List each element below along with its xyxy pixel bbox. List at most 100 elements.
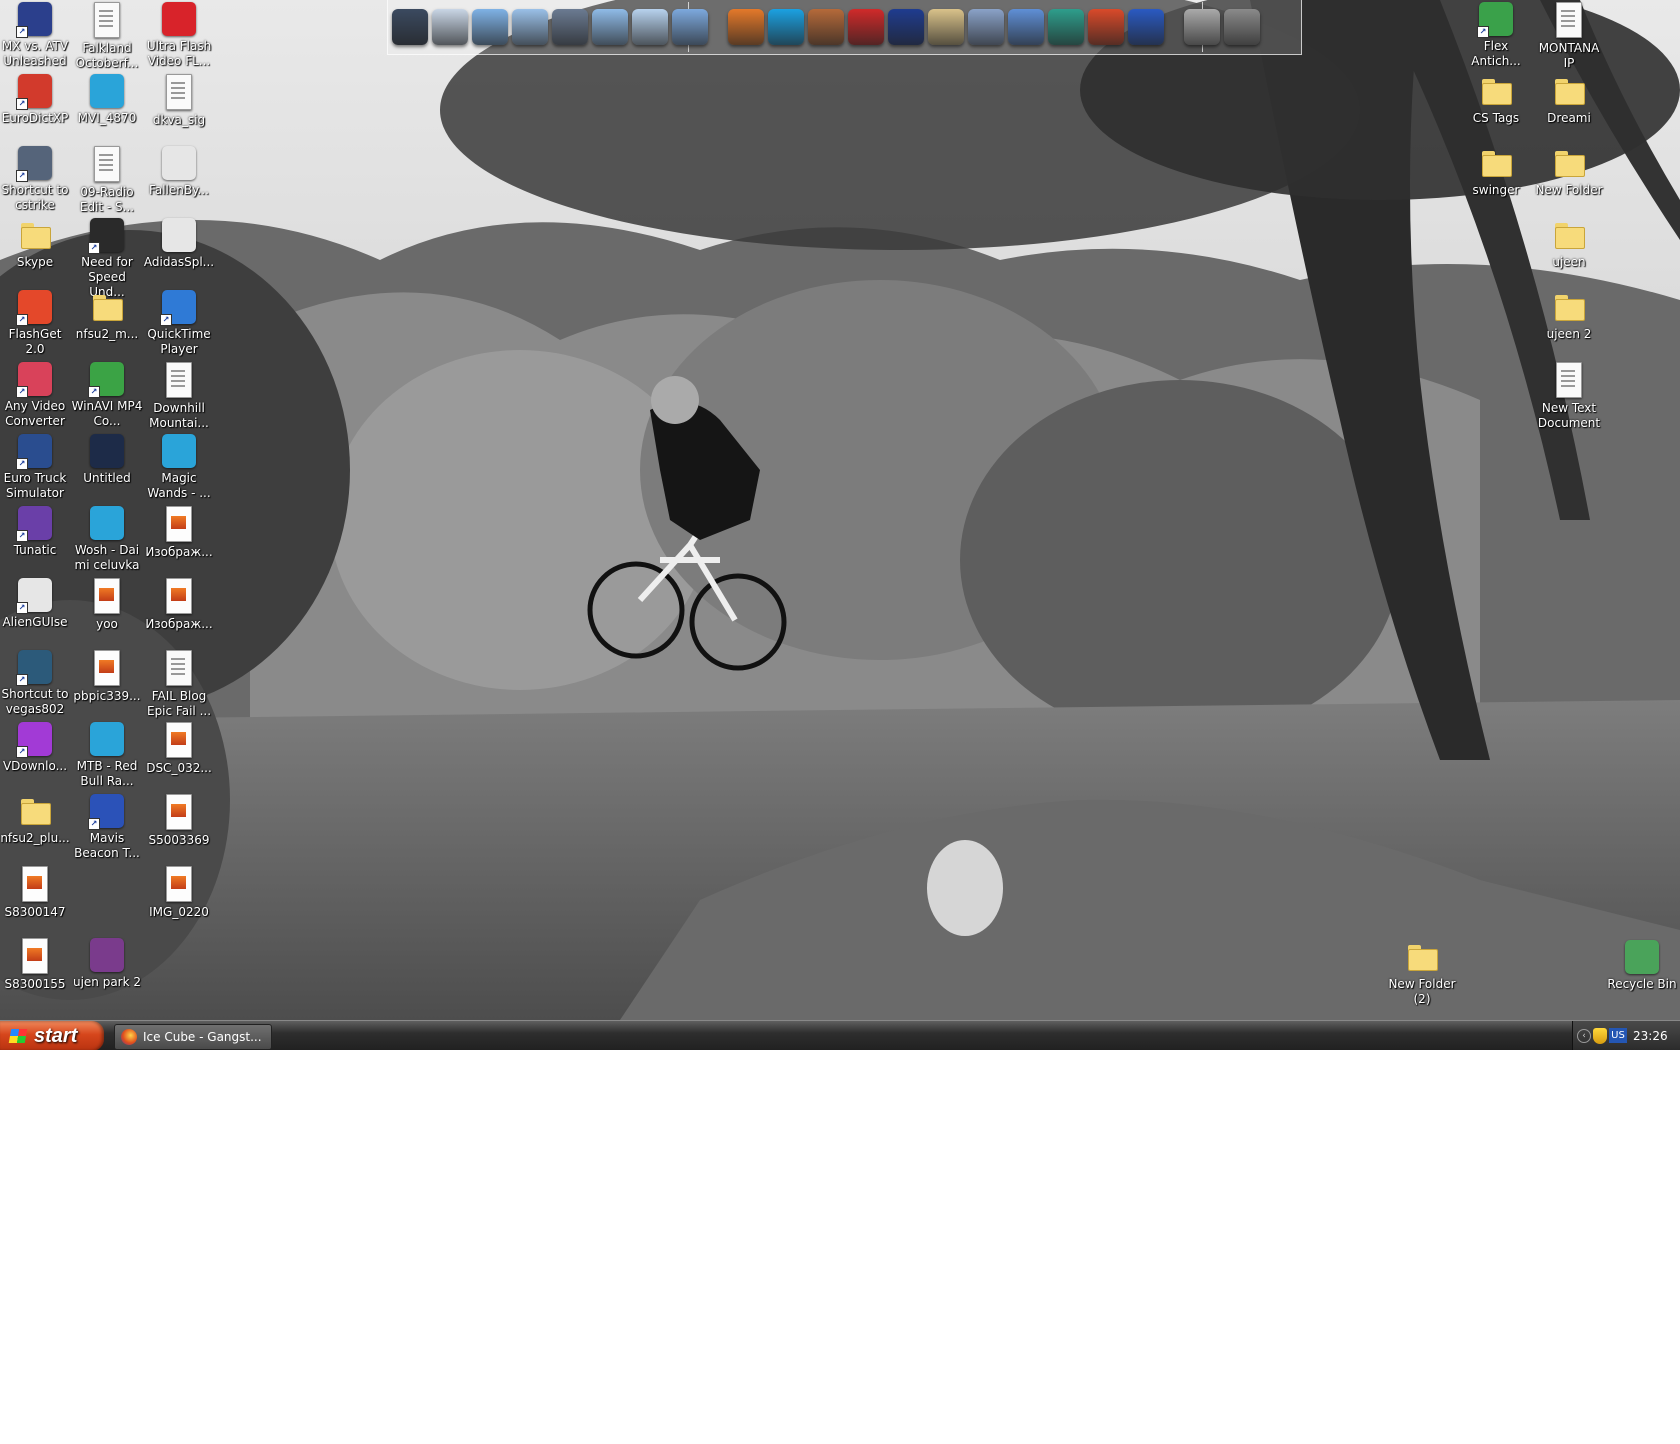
desktop-icon-label: Any Video Converter (4, 399, 66, 428)
desktop-icon-downhill-mountai[interactable]: Downhill Mountai... (143, 362, 215, 431)
folder-icon (90, 290, 124, 324)
taskbar-button-label: Ice Cube - Gangst... (143, 1030, 262, 1044)
app-icon (162, 146, 196, 180)
firefox-icon (121, 1029, 137, 1045)
security-shield-icon[interactable] (1593, 1028, 1607, 1044)
desktop-icon-dkva-sig[interactable]: dkva_sig (143, 74, 215, 128)
desktop-icon-label: Ultra Flash Video FL... (146, 39, 212, 68)
folder-icon (18, 794, 52, 828)
app-icon: ↗ (88, 794, 124, 830)
documents-folder-icon[interactable] (672, 9, 708, 45)
calendar-icon[interactable] (848, 9, 884, 45)
clock[interactable]: 23:26 (1633, 1021, 1668, 1050)
chevron-left-icon[interactable]: ‹ (1577, 1029, 1591, 1043)
monitor-icon[interactable] (392, 9, 428, 45)
document-icon (166, 650, 192, 686)
language-indicator[interactable]: US (1609, 1028, 1627, 1043)
shortcut-arrow-icon: ↗ (16, 746, 28, 758)
desktop-icon-dsc-032[interactable]: DSC_032... (143, 722, 215, 776)
desktop-icon-nfsu2-m[interactable]: nfsu2_m... (71, 290, 143, 342)
desktop-icon-label: ujeen (1552, 255, 1586, 269)
desktop-icon-magic-wands[interactable]: Magic Wands - ... (143, 434, 215, 501)
desktop-icon-flex-antich[interactable]: ↗ Flex Antich... (1460, 2, 1532, 69)
desktop-icon-swinger[interactable]: swinger (1460, 146, 1532, 198)
desktop-icon-изображ[interactable]: Изображ... (143, 578, 215, 632)
desktop-icon-mavis-beacon-t[interactable]: ↗ Mavis Beacon T... (71, 794, 143, 861)
desktop-folder-icon[interactable] (592, 9, 628, 45)
network-icon[interactable] (632, 9, 668, 45)
app-icon: ↗ (160, 290, 196, 326)
image-file-icon (166, 722, 192, 758)
desktop-icon-new-text-document[interactable]: New Text Document (1533, 362, 1605, 431)
desktop-icon-dreami[interactable]: Dreami (1533, 74, 1605, 126)
paint-palette-icon[interactable] (928, 9, 964, 45)
music-folder-icon[interactable] (472, 9, 508, 45)
taskbar-button-firefox[interactable]: Ice Cube - Gangst... (114, 1024, 272, 1050)
desktop-icon-nfsu2-plu[interactable]: nfsu2_plu... (0, 794, 71, 846)
globe-icon[interactable] (1128, 9, 1164, 45)
app-icon: ↗ (88, 218, 124, 254)
skype-icon[interactable] (768, 9, 804, 45)
desktop-icon-mvi-4870[interactable]: MVI_4870 (71, 74, 143, 126)
desktop-icon-label: New Folder (2) (1388, 977, 1456, 1006)
desktop-icon-untitled[interactable]: Untitled (71, 434, 143, 486)
app-icon: ↗ (1477, 2, 1513, 38)
desktop-icon-ujeen-2[interactable]: ujeen 2 (1533, 290, 1605, 342)
desktop-icon-09-radio-edit-s[interactable]: 09-Radio Edit - S... (71, 146, 143, 215)
app-icon: ↗ (88, 362, 124, 398)
desktop-icon-need-for-speed-und[interactable]: ↗ Need for Speed Und... (71, 218, 143, 300)
shortcut-arrow-icon: ↗ (16, 458, 28, 470)
desktop-icon-winavi-mp4-co[interactable]: ↗ WinAVI MP4 Co... (71, 362, 143, 429)
desktop-icon-recycle-bin[interactable]: Recycle Bin (1606, 940, 1678, 992)
desktop-icon-label: MVI_4870 (77, 111, 137, 125)
desktop-icon-quicktime-player[interactable]: ↗ QuickTime Player (143, 290, 215, 357)
firefox-icon[interactable] (728, 9, 764, 45)
desktop-icon-s8300147[interactable]: S8300147 (0, 866, 71, 920)
tools-icon[interactable] (1184, 9, 1220, 45)
desktop-icon-ujen-park-2[interactable]: ujen park 2 (71, 938, 143, 990)
video-folder-icon[interactable] (552, 9, 588, 45)
desktop-icon-skype[interactable]: Skype (0, 218, 71, 270)
avatar-icon[interactable] (808, 9, 844, 45)
desktop-icon-falkland-octoberf[interactable]: Falkland Octoberf... (71, 2, 143, 71)
desktop-icon-new-folder-2[interactable]: New Folder (2) (1386, 940, 1458, 1007)
desktop-icon-изображ[interactable]: Изображ... (143, 506, 215, 560)
app-icon: ↗ (16, 650, 52, 686)
desktop-icon-any-video-converter[interactable]: ↗ Any Video Converter (0, 362, 71, 429)
desktop-icon-mx-vs-atv-unleashed[interactable]: ↗ MX vs. ATV Unleashed (0, 2, 71, 69)
calculator-icon[interactable] (968, 9, 1004, 45)
desktop-icon-img-0220[interactable]: IMG_0220 (143, 866, 215, 920)
desktop-icon-shortcut-to-cstrike[interactable]: ↗ Shortcut to cstrike (0, 146, 71, 213)
itunes-icon[interactable] (1008, 9, 1044, 45)
desktop-icon-yoo[interactable]: yoo (71, 578, 143, 632)
desktop-icon-s5003369[interactable]: S5003369 (143, 794, 215, 848)
uk-flag-icon[interactable] (888, 9, 924, 45)
desktop-icon-alienguise[interactable]: ↗ AlienGUIse (0, 578, 71, 630)
dolphin-icon[interactable] (1048, 9, 1084, 45)
desktop-icon-eurodictxp[interactable]: ↗ EuroDictXP (0, 74, 71, 126)
desktop-icon-mtb-red-bull-ra[interactable]: MTB - Red Bull Ra... (71, 722, 143, 789)
desktop-icon-shortcut-to-vegas802[interactable]: ↗ Shortcut to vegas802 (0, 650, 71, 717)
trash-icon[interactable] (1224, 9, 1260, 45)
image-file-icon (166, 866, 192, 902)
desktop-icon-cs-tags[interactable]: CS Tags (1460, 74, 1532, 126)
pencil-icon[interactable] (1088, 9, 1124, 45)
start-button[interactable]: start (0, 1021, 104, 1050)
desktop-icon-new-folder[interactable]: New Folder (1533, 146, 1605, 198)
desktop-icon-vdownlo[interactable]: ↗ VDownlo... (0, 722, 71, 774)
pictures-folder-icon[interactable] (512, 9, 548, 45)
desktop-icon-adidasspl[interactable]: AdidasSpl... (143, 218, 215, 270)
desktop-icon-fallenby[interactable]: FallenBy... (143, 146, 215, 198)
desktop-icon-euro-truck-simulator[interactable]: ↗ Euro Truck Simulator (0, 434, 71, 501)
desktop-icon-flashget-2-0[interactable]: ↗ FlashGet 2.0 (0, 290, 71, 357)
desktop-icon-wosh-dai-mi-celuvka[interactable]: Wosh - Dai mi celuvka (71, 506, 143, 573)
desktop-icon-ujeen[interactable]: ujeen (1533, 218, 1605, 270)
desktop-icon-tunatic[interactable]: ↗ Tunatic (0, 506, 71, 558)
desktop-icon-s8300155[interactable]: S8300155 (0, 938, 71, 992)
window-icon[interactable] (432, 9, 468, 45)
desktop-icon-ultra-flash-video-fl[interactable]: Ultra Flash Video FL... (143, 2, 215, 69)
desktop-icon-montana-ip[interactable]: MONTANA IP (1533, 2, 1605, 71)
desktop-icon-fail-blog-epic-fail[interactable]: FAIL Blog Epic Fail ... (143, 650, 215, 719)
desktop-icon-pbpic339[interactable]: pbpic339... (71, 650, 143, 704)
shortcut-arrow-icon: ↗ (16, 530, 28, 542)
